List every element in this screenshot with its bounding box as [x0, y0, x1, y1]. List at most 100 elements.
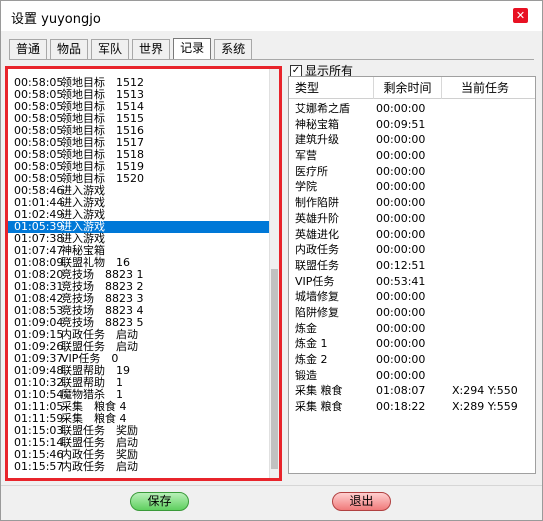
- task-type: 医疗所: [295, 164, 328, 178]
- task-remaining: 00:00:00: [376, 337, 426, 351]
- task-type: 采集 粮食: [295, 400, 343, 414]
- task-remaining: 00:00:00: [376, 290, 426, 304]
- task-row[interactable]: 神秘宝箱 00:09:51: [289, 117, 535, 133]
- save-button[interactable]: 保存: [130, 492, 189, 511]
- task-row[interactable]: 英雄升阶 00:00:00: [289, 211, 535, 227]
- task-type: 英雄进化: [295, 227, 339, 241]
- task-current: [452, 321, 535, 337]
- task-remaining: 00:00:00: [376, 305, 426, 319]
- task-row[interactable]: 采集 粮食 00:18:22 X:289 Y:559: [289, 399, 535, 415]
- task-type: 炼金: [295, 321, 317, 335]
- window-title: 设置 yuyongjo: [11, 12, 101, 27]
- task-row[interactable]: 建筑升级 00:00:00: [289, 132, 535, 148]
- title-bar[interactable]: 设置 yuyongjo ✕: [1, 1, 542, 31]
- task-current: [452, 132, 535, 148]
- task-row[interactable]: VIP任务 00:53:41: [289, 274, 535, 290]
- task-type: 军营: [295, 149, 317, 163]
- log-row[interactable]: 01:15:57内政任务 启动: [8, 461, 269, 473]
- task-remaining: 00:00:00: [376, 353, 426, 366]
- task-type: 陷阱修复: [295, 305, 339, 319]
- tab-bar: 普通 物品 军队 世界 记录 系统: [9, 38, 255, 59]
- task-remaining: 00:00:00: [376, 164, 426, 178]
- log-text: 内政任务 启动: [61, 460, 138, 473]
- task-current: [452, 352, 535, 368]
- task-type: 内政任务: [295, 243, 339, 257]
- task-current: [452, 242, 535, 258]
- task-current: [452, 211, 535, 227]
- column-header-current[interactable]: 当前任务: [442, 77, 535, 99]
- task-row[interactable]: 陷阱修复 00:00:00: [289, 305, 535, 321]
- log-scrollbar[interactable]: [269, 69, 279, 478]
- tab-records[interactable]: 记录: [173, 38, 212, 59]
- task-remaining: 00:18:22: [376, 400, 426, 414]
- column-header-type[interactable]: 类型: [289, 77, 374, 99]
- task-current: [452, 305, 535, 321]
- task-current: [452, 101, 535, 117]
- task-type: 艾娜希之盾: [295, 102, 350, 115]
- task-remaining: 00:00:00: [376, 133, 426, 147]
- task-row[interactable]: 炼金 2 00:00:00: [289, 352, 535, 368]
- task-remaining: 01:08:07: [376, 384, 426, 398]
- task-current: [452, 258, 535, 274]
- task-remaining: 00:00:00: [376, 211, 426, 225]
- task-remaining: 00:00:00: [376, 180, 426, 194]
- exit-button[interactable]: 退出: [332, 492, 391, 511]
- tab-divider: [9, 59, 534, 60]
- task-type: 英雄升阶: [295, 211, 339, 225]
- task-row[interactable]: 采集 粮食 01:08:07 X:294 Y:550: [289, 383, 535, 399]
- task-current: X:294 Y:550: [452, 384, 518, 398]
- tab-system[interactable]: 系统: [214, 39, 253, 59]
- tab-general[interactable]: 普通: [9, 39, 48, 59]
- task-table-body: 艾娜希之盾 00:00:00 神秘宝箱 00:09:51 建筑升级 00:00:00 军营 0…: [289, 101, 535, 415]
- task-current: [452, 179, 535, 195]
- task-row[interactable]: 炼金 1 00:00:00: [289, 336, 535, 352]
- task-current: [452, 274, 535, 290]
- task-remaining: 00:00:00: [376, 243, 426, 257]
- task-remaining: 00:00:00: [376, 368, 426, 382]
- log-scrollbar-thumb[interactable]: [271, 269, 278, 469]
- task-current: X:289 Y:559: [452, 400, 518, 414]
- task-table: 类型 剩余时间 当前任务 艾娜希之盾 00:00:00 神秘宝箱 00:09:51 建筑…: [288, 76, 536, 474]
- task-row[interactable]: 军营 00:00:00: [289, 148, 535, 164]
- task-type: 锻造: [295, 368, 317, 382]
- task-row[interactable]: 制作陷阱 00:00:00: [289, 195, 535, 211]
- task-row[interactable]: 城墙修复 00:00:00: [289, 289, 535, 305]
- task-remaining: 00:12:51: [376, 258, 426, 272]
- task-remaining: 00:00:00: [376, 149, 426, 163]
- task-row[interactable]: 学院 00:00:00: [289, 179, 535, 195]
- log-list[interactable]: 00:58:05领地目标 1512 00:58:05领地目标 1513 00:58:…: [8, 77, 269, 473]
- task-type: 炼金 1: [295, 337, 328, 351]
- tab-items[interactable]: 物品: [50, 39, 89, 59]
- task-type: 建筑升级: [295, 133, 339, 147]
- tab-world[interactable]: 世界: [132, 39, 171, 59]
- checkbox-icon[interactable]: ✓: [290, 64, 302, 77]
- tab-army[interactable]: 军队: [91, 39, 130, 59]
- settings-dialog: 设置 yuyongjo ✕ 普通 物品 军队 世界 记录 系统 00:58:05…: [0, 0, 543, 521]
- task-current: [452, 289, 535, 305]
- task-row[interactable]: 内政任务 00:00:00: [289, 242, 535, 258]
- task-type: 联盟任务: [295, 258, 339, 272]
- task-current: [452, 227, 535, 243]
- task-current: [452, 195, 535, 211]
- close-icon[interactable]: ✕: [513, 8, 528, 23]
- task-current: [452, 368, 535, 384]
- task-row[interactable]: 艾娜希之盾 00:00:00: [289, 101, 535, 117]
- task-type: VIP任务: [295, 274, 335, 288]
- task-row[interactable]: 联盟任务 00:12:51: [289, 258, 535, 274]
- task-remaining: 00:00:00: [376, 102, 426, 115]
- task-remaining: 00:00:00: [376, 196, 426, 210]
- footer-divider: [1, 485, 542, 486]
- log-list-panel[interactable]: 00:58:05领地目标 1512 00:58:05领地目标 1513 00:58:…: [5, 66, 282, 481]
- task-type: 城墙修复: [295, 290, 339, 304]
- task-current: [452, 117, 535, 133]
- task-remaining: 00:09:51: [376, 117, 426, 131]
- task-remaining: 00:00:00: [376, 321, 426, 335]
- task-row[interactable]: 炼金 00:00:00: [289, 321, 535, 337]
- task-current: [452, 148, 535, 164]
- task-type: 制作陷阱: [295, 196, 339, 210]
- column-header-remaining[interactable]: 剩余时间: [374, 77, 442, 99]
- task-row[interactable]: 医疗所 00:00:00: [289, 164, 535, 180]
- task-row[interactable]: 锻造 00:00:00: [289, 368, 535, 384]
- task-type: 采集 粮食: [295, 384, 343, 398]
- task-row[interactable]: 英雄进化 00:00:00: [289, 227, 535, 243]
